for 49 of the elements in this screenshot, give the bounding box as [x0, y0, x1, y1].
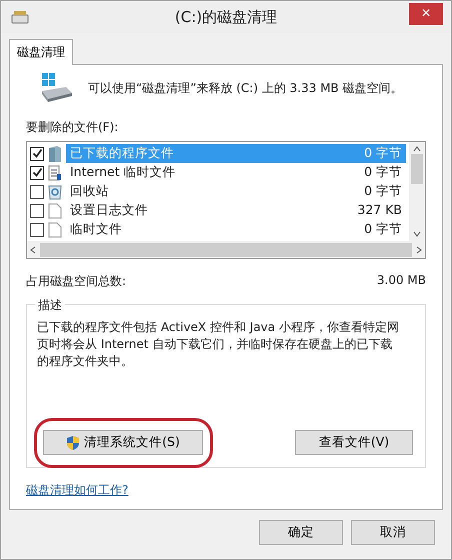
help-link[interactable]: 磁盘清理如何工作? [26, 482, 128, 499]
checkbox[interactable] [30, 204, 44, 218]
dialog-button[interactable]: 确定 [259, 520, 343, 545]
dialog-button[interactable]: 取消 [351, 520, 435, 545]
file-item[interactable]: 回收站 0 字节 [66, 182, 406, 201]
total-value: 3.00 MB [376, 273, 426, 289]
group-title: 描述 [35, 297, 65, 314]
file-icon [48, 222, 62, 238]
description-text: 已下载的程序文件包括 ActiveX 控件和 Java 小程序，你查看特定网页时将会从 Internet 自动下载它们，并临时保存在硬盘上的已下载的程序文件夹中。 [37, 319, 400, 370]
view-files-button[interactable]: 查看文件(V) [295, 430, 413, 455]
file-size: 0 字节 [364, 164, 402, 181]
files-label: 要删除的文件(F): [26, 119, 120, 136]
checkbox[interactable] [30, 222, 44, 236]
file-size: 327 KB [357, 202, 402, 219]
file-size: 0 字节 [364, 183, 402, 200]
file-item[interactable]: 设置日志文件 327 KB [66, 201, 406, 220]
file-icon [48, 202, 62, 218]
scroll-left-icon[interactable] [30, 246, 36, 254]
scroll-thumb[interactable] [40, 242, 412, 256]
file-size: 0 字节 [364, 221, 402, 238]
file-name: 回收站 [70, 183, 109, 200]
app-icon [11, 10, 29, 24]
clean-system-files-button[interactable]: 清理系统文件(S) [43, 430, 203, 455]
file-item[interactable]: 临时文件 0 字节 [66, 220, 406, 239]
scroll-down-icon[interactable] [413, 231, 421, 237]
checkbox[interactable] [30, 146, 44, 160]
scroll-thumb[interactable] [411, 154, 423, 184]
shield-icon [66, 434, 80, 450]
window-title: (C:)的磁盘清理 [174, 8, 278, 26]
file-name: 临时文件 [70, 221, 122, 238]
file-item[interactable]: Internet 临时文件 0 字节 [66, 163, 406, 182]
folder-icon [48, 146, 62, 162]
close-button[interactable]: × [409, 3, 443, 25]
scroll-right-icon[interactable] [416, 246, 422, 254]
file-name: 设置日志文件 [70, 202, 148, 219]
file-size: 0 字节 [364, 145, 402, 162]
file-name: Internet 临时文件 [70, 164, 176, 181]
recycle-bin-icon [48, 184, 62, 200]
checkbox[interactable] [30, 184, 44, 198]
vertical-scrollbar[interactable] [409, 142, 425, 241]
total-label: 占用磁盘空间总数: [26, 273, 126, 290]
tab[interactable]: 磁盘清理 [9, 39, 73, 65]
scroll-up-icon[interactable] [413, 146, 421, 152]
checkbox[interactable] [30, 166, 44, 180]
file-name: 已下载的程序文件 [70, 145, 174, 162]
document-icon [48, 164, 62, 180]
drive-icon [40, 73, 74, 103]
intro-text: 可以使用“磁盘清理”来释放 (C:) 上的 3.33 MB 磁盘空间。 [88, 80, 403, 96]
horizontal-scrollbar[interactable] [27, 241, 425, 258]
